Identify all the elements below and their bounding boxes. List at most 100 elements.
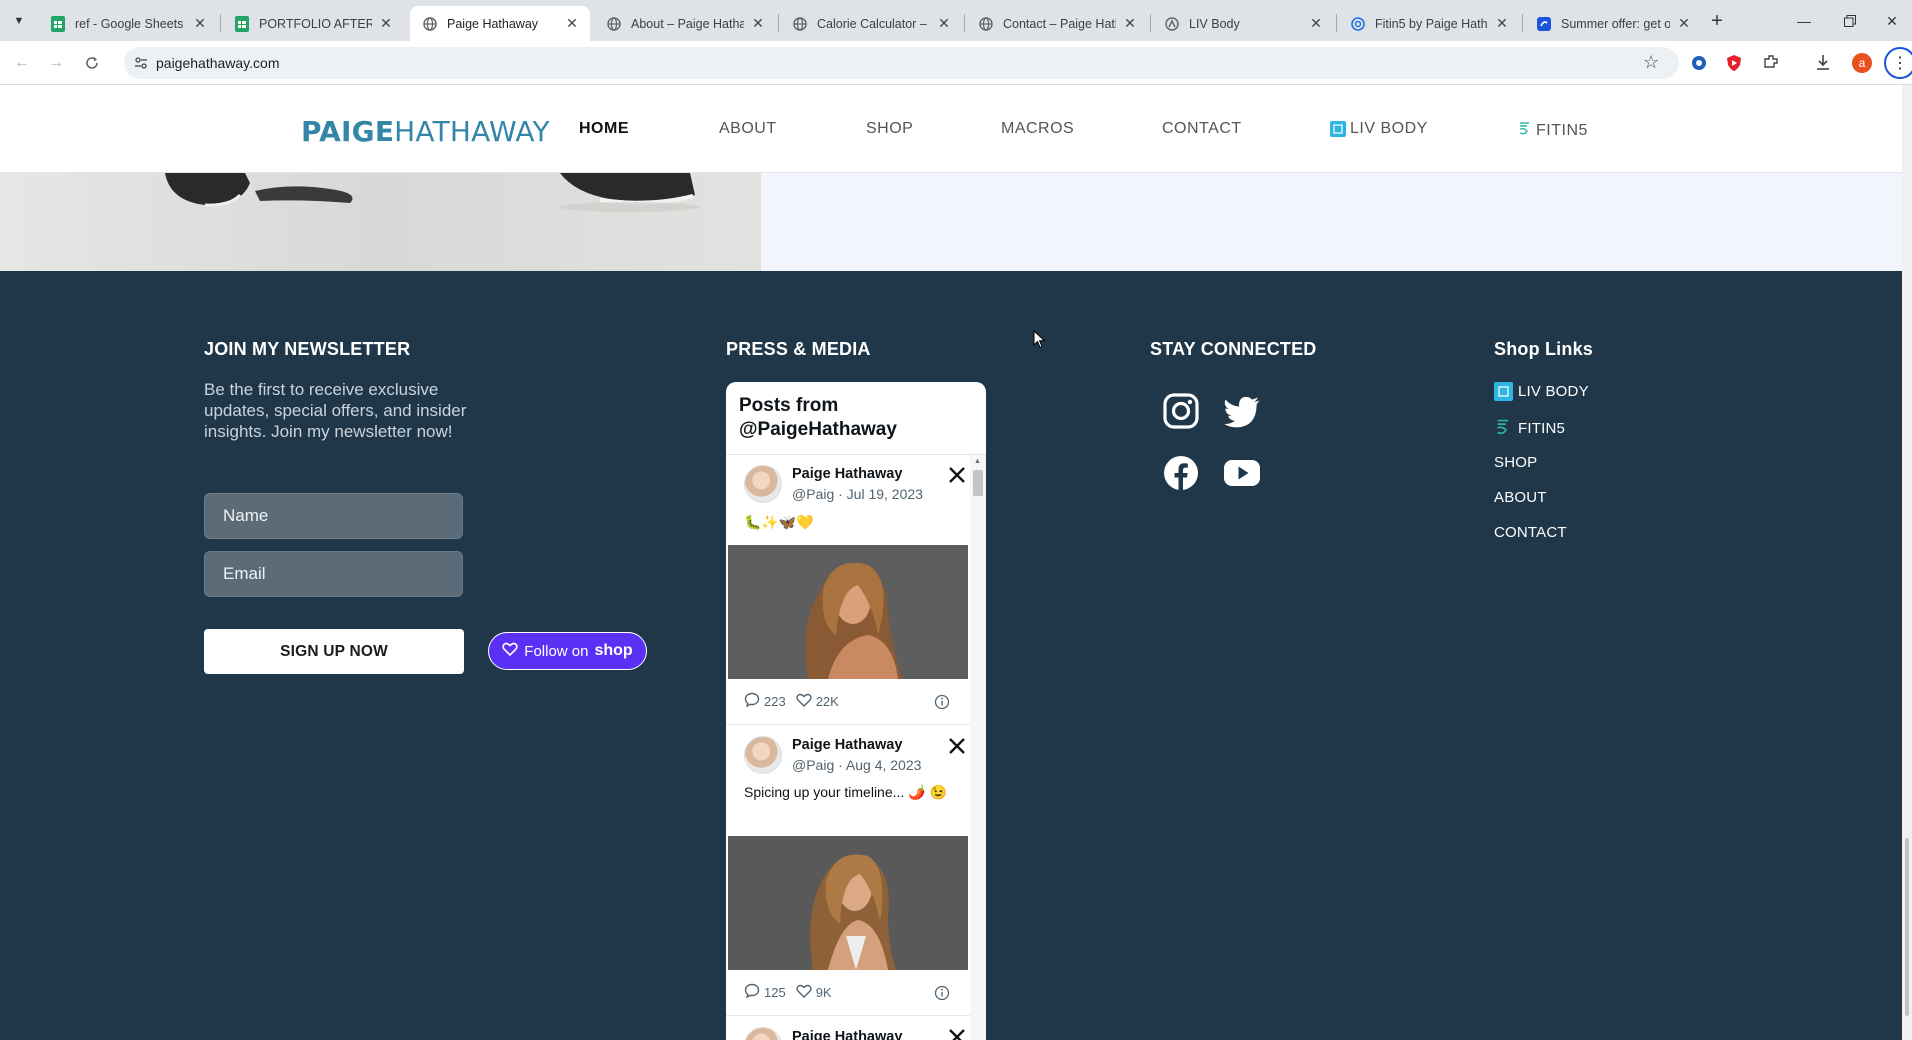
reply-count: 125 (764, 984, 786, 1000)
shop-link-liv-body[interactable]: LIV BODY (1494, 382, 1589, 401)
tweet-handle-date[interactable]: @Paig · Aug 4, 2023 (792, 757, 921, 773)
close-tab-icon[interactable]: ✕ (564, 15, 580, 32)
minimize-button[interactable]: — (1782, 8, 1826, 34)
tab-fitin5[interactable]: Fitin5 by Paige Hatha ✕ (1338, 6, 1520, 41)
tweet-author-name[interactable]: Paige Hathaway (792, 1029, 902, 1040)
tab-liv-body[interactable]: LIV Body ✕ (1152, 6, 1334, 41)
shop-link-shop[interactable]: SHOP (1494, 454, 1537, 471)
nav-liv-body[interactable]: LIV BODY (1330, 120, 1428, 138)
tab-title: ref - Google Sheets (75, 16, 184, 31)
close-tab-icon[interactable]: ✕ (1308, 15, 1324, 32)
tweet-author-name[interactable]: Paige Hathaway (792, 466, 902, 482)
nav-home[interactable]: HOME (579, 120, 629, 138)
back-button[interactable]: ← (8, 49, 36, 77)
close-tab-icon[interactable]: ✕ (378, 15, 394, 32)
close-tab-icon[interactable]: ✕ (1494, 15, 1510, 32)
tweet-photo[interactable] (728, 545, 968, 679)
address-bar[interactable]: paigehathaway.com ☆ (124, 47, 1679, 79)
site-logo[interactable]: PAIGEHATHAWAY (301, 115, 550, 148)
x-logo-icon[interactable] (948, 737, 966, 755)
tab-divider (1522, 14, 1523, 32)
follow-on-shop-button[interactable]: Follow on shop (488, 632, 647, 670)
profile-avatar-icon[interactable]: a (1852, 53, 1872, 73)
twitter-icon[interactable] (1223, 393, 1261, 431)
bookmark-star-icon[interactable]: ☆ (1643, 52, 1659, 73)
nav-fitin5[interactable]: FITIN5 (1517, 120, 1588, 141)
url-text[interactable]: paigehathaway.com (156, 55, 279, 71)
shop-link-contact[interactable]: CONTACT (1494, 524, 1567, 541)
youtube-icon[interactable] (1223, 454, 1261, 492)
close-tab-icon[interactable]: ✕ (750, 15, 766, 32)
facebook-icon[interactable] (1162, 454, 1200, 492)
close-tab-icon[interactable]: ✕ (936, 15, 952, 32)
nav-contact[interactable]: CONTACT (1162, 120, 1242, 138)
close-tab-icon[interactable]: ✕ (1676, 15, 1692, 32)
tab-contact[interactable]: Contact – Paige Hath ✕ (966, 6, 1148, 41)
close-tab-icon[interactable]: ✕ (192, 15, 208, 32)
shield-extension-icon[interactable] (1726, 54, 1742, 77)
tweet-handle-date[interactable]: @Paig · Jul 19, 2023 (792, 486, 923, 502)
like-icon[interactable] (796, 693, 812, 710)
tab-title: PORTFOLIO AFTER SE (259, 16, 372, 31)
tweet[interactable]: Paige Hathaway @Paig · Jul 19, 2023 🐛✨🦋💛… (726, 455, 970, 725)
x-logo-icon[interactable] (948, 1028, 966, 1040)
like-icon[interactable] (796, 984, 812, 1001)
tab-search-button[interactable]: ▼ (8, 10, 30, 32)
tab-title: LIV Body (1189, 16, 1240, 31)
nav-fitin5-label: FITIN5 (1536, 121, 1588, 139)
tab-paige-hathaway[interactable]: Paige Hathaway ✕ (410, 6, 590, 41)
email-field[interactable]: Email (204, 551, 463, 597)
puzzle-extensions-icon[interactable] (1762, 53, 1780, 76)
google-sheets-icon (50, 15, 66, 32)
x-logo-icon[interactable] (948, 466, 966, 484)
info-icon[interactable] (934, 985, 950, 1001)
tweet-photo[interactable] (728, 836, 968, 970)
tweet-author-name[interactable]: Paige Hathaway (792, 737, 902, 753)
shop-link-about[interactable]: ABOUT (1494, 489, 1547, 506)
reply-icon[interactable] (744, 692, 760, 710)
close-tab-icon[interactable]: ✕ (1122, 15, 1138, 32)
google-sheets-icon (234, 15, 250, 32)
widget-scrollbar[interactable] (970, 455, 986, 1040)
sign-up-button[interactable]: SIGN UP NOW (204, 629, 464, 674)
tab-title: Fitin5 by Paige Hatha (1375, 16, 1488, 31)
shop-link-fitin5[interactable]: FITIN5 (1494, 417, 1565, 440)
tab-calorie-calculator[interactable]: Calorie Calculator – P ✕ (780, 6, 962, 41)
tweet[interactable]: Paige Hathaway (726, 1017, 970, 1040)
instagram-icon[interactable] (1162, 392, 1200, 430)
reply-icon[interactable] (744, 983, 760, 1001)
new-tab-button[interactable]: + (1704, 8, 1730, 34)
livbody-icon (1164, 16, 1180, 32)
browser-tab-strip: ▼ ref - Google Sheets ✕ PORTFOLIO AFTER … (0, 0, 1912, 41)
menu-kebab-icon[interactable]: ⋮ (1884, 47, 1912, 79)
hero-side-panel (761, 173, 1902, 271)
scroll-up-arrow-icon[interactable]: ▲ (974, 458, 981, 465)
tab-title: Calorie Calculator – P (817, 16, 930, 31)
site-header: PAIGEHATHAWAY HOME ABOUT SHOP MACROS CON… (0, 85, 1902, 173)
tab-ref-google-sheets[interactable]: ref - Google Sheets ✕ (38, 6, 218, 41)
download-icon[interactable] (1815, 53, 1831, 76)
reply-count: 223 (764, 693, 786, 709)
tab-title: About – Paige Hathaw (631, 16, 744, 31)
page-scroll-thumb[interactable] (1905, 838, 1909, 1016)
tab-portfolio-sheets[interactable]: PORTFOLIO AFTER SE ✕ (222, 6, 404, 41)
name-field[interactable]: Name (204, 493, 463, 539)
newsletter-heading: JOIN MY NEWSLETTER (204, 339, 411, 359)
restore-button[interactable] (1828, 8, 1872, 34)
tab-summer-offer[interactable]: Summer offer: get on ✕ (1524, 6, 1702, 41)
site-info-icon[interactable] (134, 56, 148, 75)
nav-about[interactable]: ABOUT (719, 120, 777, 138)
reload-button[interactable] (78, 49, 106, 77)
tweet[interactable]: Paige Hathaway @Paig · Aug 4, 2023 Spici… (726, 726, 970, 1016)
widget-scroll-thumb[interactable] (973, 470, 983, 496)
close-window-button[interactable]: ✕ (1870, 8, 1912, 34)
info-icon[interactable] (934, 694, 950, 710)
forward-button[interactable]: → (42, 49, 70, 77)
tab-about[interactable]: About – Paige Hathaw ✕ (594, 6, 776, 41)
nav-shop[interactable]: SHOP (866, 120, 913, 138)
tweet-stats: 125 9K (744, 983, 832, 1001)
extension-icon[interactable] (1690, 54, 1708, 77)
tweet-stats: 223 22K (744, 692, 839, 710)
globe-icon (792, 16, 808, 32)
nav-macros[interactable]: MACROS (1001, 120, 1074, 138)
